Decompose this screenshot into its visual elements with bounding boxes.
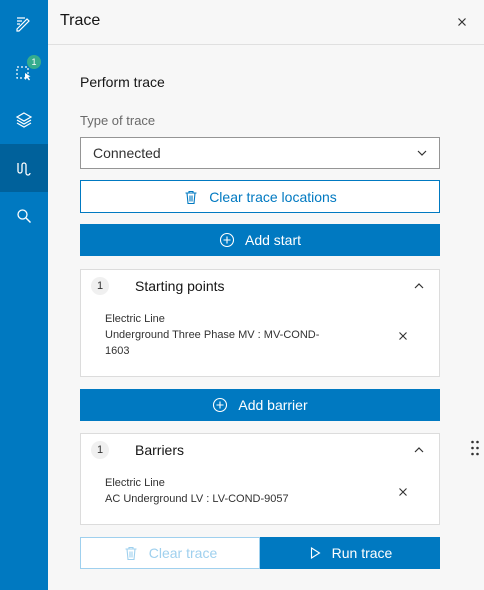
- chevron-up-icon[interactable]: [413, 281, 425, 291]
- barriers-header[interactable]: 1 Barriers: [81, 434, 439, 466]
- play-icon: [310, 547, 321, 559]
- chevron-down-icon: [417, 150, 427, 156]
- rail-edit-button[interactable]: [0, 0, 48, 48]
- trace-panel: Trace Perform trace Type of trace Connec…: [48, 0, 484, 590]
- edit-icon: [16, 17, 30, 32]
- clear-trace-locations-label: Clear trace locations: [209, 188, 337, 205]
- rail-select-button[interactable]: 1: [0, 48, 48, 96]
- starting-point-feature: Underground Three Phase MV : MV-COND-: [105, 329, 320, 341]
- starting-points-card: 1 Starting points Electric Line Undergro…: [80, 269, 440, 377]
- add-start-button[interactable]: Add start: [80, 224, 440, 256]
- trash-icon: [125, 546, 137, 561]
- remove-starting-point-icon[interactable]: [397, 330, 409, 342]
- layers-icon: [15, 112, 33, 128]
- panel-title: Trace: [60, 12, 101, 29]
- left-rail: 1: [0, 0, 48, 590]
- run-trace-button[interactable]: Run trace: [260, 537, 440, 569]
- plus-circle-icon: [213, 397, 228, 413]
- barrier-feature: AC Underground LV : LV-COND-9057: [105, 493, 289, 505]
- plus-circle-icon: [219, 232, 235, 248]
- close-icon[interactable]: [454, 14, 470, 30]
- run-trace-label: Run trace: [331, 545, 393, 561]
- barriers-title: Barriers: [135, 442, 185, 458]
- drag-handle-icon[interactable]: [470, 439, 480, 457]
- starting-points-count: 1: [91, 277, 109, 295]
- trace-type-select[interactable]: Connected: [80, 137, 440, 169]
- starting-points-header[interactable]: 1 Starting points: [81, 270, 439, 302]
- section-title: Perform trace: [80, 74, 165, 90]
- clear-trace-locations-button[interactable]: Clear trace locations: [80, 180, 440, 213]
- chevron-up-icon[interactable]: [413, 445, 425, 455]
- add-barrier-button[interactable]: Add barrier: [80, 389, 440, 421]
- trace-type-label: Type of trace: [80, 113, 156, 128]
- clear-trace-button[interactable]: Clear trace: [80, 537, 260, 569]
- trace-icon: [17, 162, 31, 176]
- remove-barrier-icon[interactable]: [397, 486, 409, 498]
- trash-icon: [185, 190, 197, 204]
- rail-trace-button[interactable]: [0, 144, 48, 192]
- panel-header: Trace: [48, 0, 484, 45]
- trace-type-value: Connected: [93, 145, 161, 161]
- rail-search-button[interactable]: [0, 192, 48, 240]
- rail-layers-button[interactable]: [0, 96, 48, 144]
- starting-points-title: Starting points: [135, 278, 225, 294]
- add-start-label: Add start: [244, 232, 302, 248]
- barriers-count: 1: [91, 441, 109, 459]
- selection-count-badge: 1: [27, 55, 41, 69]
- add-barrier-label: Add barrier: [238, 397, 308, 413]
- search-icon: [17, 209, 31, 223]
- starting-point-feature-cont: 1603: [105, 345, 130, 357]
- barriers-card: 1 Barriers Electric Line AC Underground …: [80, 433, 440, 525]
- starting-point-layer: Electric Line: [105, 313, 165, 325]
- trace-actions: Clear trace Run trace: [80, 537, 440, 569]
- clear-trace-label: Clear trace: [148, 545, 218, 561]
- barrier-layer: Electric Line: [105, 477, 165, 489]
